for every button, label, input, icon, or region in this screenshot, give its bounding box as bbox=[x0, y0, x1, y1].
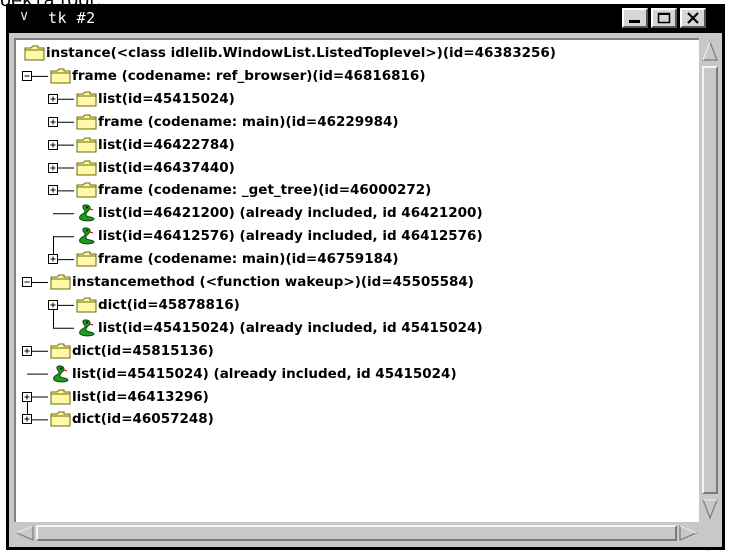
tree-node-label[interactable]: dict(id=45815136) bbox=[72, 343, 214, 359]
collapse-minus-icon[interactable] bbox=[22, 70, 33, 82]
folder-icon bbox=[24, 45, 45, 61]
folder-icon bbox=[50, 274, 71, 290]
tree-node-label[interactable]: frame (codename: ref_browser)(id=4681681… bbox=[72, 68, 426, 84]
tree-node-label[interactable]: list(id=46412576) (already included, id … bbox=[98, 228, 483, 244]
folder-icon bbox=[76, 297, 97, 313]
expand-plus-icon[interactable] bbox=[22, 345, 33, 357]
window-title: tk #2 bbox=[48, 9, 96, 27]
tree-node-label[interactable]: frame (codename: main)(id=46759184) bbox=[98, 251, 399, 267]
scroll-down-arrow-icon[interactable] bbox=[701, 498, 719, 520]
folder-icon bbox=[76, 137, 97, 153]
expand-plus-icon[interactable] bbox=[48, 299, 59, 311]
folder-icon bbox=[76, 114, 97, 130]
folder-icon bbox=[76, 160, 97, 175]
tree-node-label[interactable]: dict(id=46057248) bbox=[72, 411, 214, 427]
expand-plus-icon[interactable] bbox=[48, 185, 59, 196]
horizontal-scroll-thumb[interactable] bbox=[36, 525, 677, 541]
tree-node-label[interactable]: instancemethod (<function wakeup>)(id=45… bbox=[72, 274, 474, 290]
folder-icon bbox=[50, 411, 71, 427]
maximize-icon bbox=[657, 12, 671, 24]
expand-plus-icon[interactable] bbox=[22, 414, 33, 425]
expand-plus-icon[interactable] bbox=[48, 139, 59, 151]
tree-node-label[interactable]: list(id=46437440) bbox=[98, 160, 235, 176]
tree-node-label[interactable]: instance(<class idlelib.WindowList.Liste… bbox=[46, 45, 556, 61]
folder-icon bbox=[50, 343, 71, 359]
tree-node-label[interactable]: list(id=46421200) (already included, id … bbox=[98, 205, 483, 221]
folder-icon bbox=[76, 251, 97, 267]
tk-window: ∨ tk #2 instance(<class idlelib.WindowLi… bbox=[6, 4, 725, 550]
python-icon bbox=[79, 227, 95, 245]
horizontal-scrollbar[interactable] bbox=[14, 523, 699, 543]
window-client-area: instance(<class idlelib.WindowList.Liste… bbox=[9, 33, 722, 547]
folder-icon bbox=[76, 91, 97, 107]
tree-node-label[interactable]: frame (codename: _get_tree)(id=46000272) bbox=[98, 182, 431, 198]
tree-node-label[interactable]: list(id=45415024) bbox=[98, 91, 235, 107]
python-icon bbox=[79, 319, 95, 337]
tree-node-label[interactable]: list(id=46413296) bbox=[72, 389, 209, 405]
tree-node-label[interactable]: dict(id=45878816) bbox=[98, 297, 240, 313]
maximize-button[interactable] bbox=[651, 8, 677, 28]
vertical-scroll-thumb[interactable] bbox=[702, 66, 718, 494]
scroll-up-arrow-icon[interactable] bbox=[701, 40, 719, 62]
scroll-left-arrow-icon[interactable] bbox=[15, 524, 35, 542]
collapse-minus-icon[interactable] bbox=[22, 277, 33, 288]
window-menu-chevron-icon[interactable]: ∨ bbox=[19, 8, 29, 24]
tree-node-label[interactable]: list(id=45415024) (already included, id … bbox=[72, 366, 457, 382]
close-icon bbox=[687, 12, 699, 24]
folder-icon bbox=[76, 182, 97, 198]
expand-plus-icon[interactable] bbox=[48, 116, 59, 128]
expand-plus-icon[interactable] bbox=[48, 93, 59, 105]
object-tree-view[interactable]: instance(<class idlelib.WindowList.Liste… bbox=[14, 38, 699, 522]
minimize-icon bbox=[629, 20, 640, 23]
expand-plus-icon[interactable] bbox=[48, 254, 59, 265]
close-button[interactable] bbox=[680, 8, 706, 28]
folder-icon bbox=[50, 68, 71, 84]
python-icon bbox=[79, 204, 95, 222]
tree-node-label[interactable]: list(id=45415024) (already included, id … bbox=[98, 320, 483, 336]
minimize-button[interactable] bbox=[622, 8, 648, 28]
title-bar[interactable]: ∨ tk #2 bbox=[6, 4, 725, 33]
tree-node-label[interactable]: frame (codename: main)(id=46229984) bbox=[98, 114, 399, 130]
vertical-scrollbar[interactable] bbox=[700, 38, 720, 522]
python-icon bbox=[53, 365, 69, 382]
expand-plus-icon[interactable] bbox=[22, 391, 33, 403]
scroll-right-arrow-icon[interactable] bbox=[678, 524, 698, 542]
expand-plus-icon[interactable] bbox=[48, 162, 59, 174]
tree-node-label[interactable]: list(id=46422784) bbox=[98, 137, 235, 153]
folder-icon bbox=[50, 389, 71, 404]
